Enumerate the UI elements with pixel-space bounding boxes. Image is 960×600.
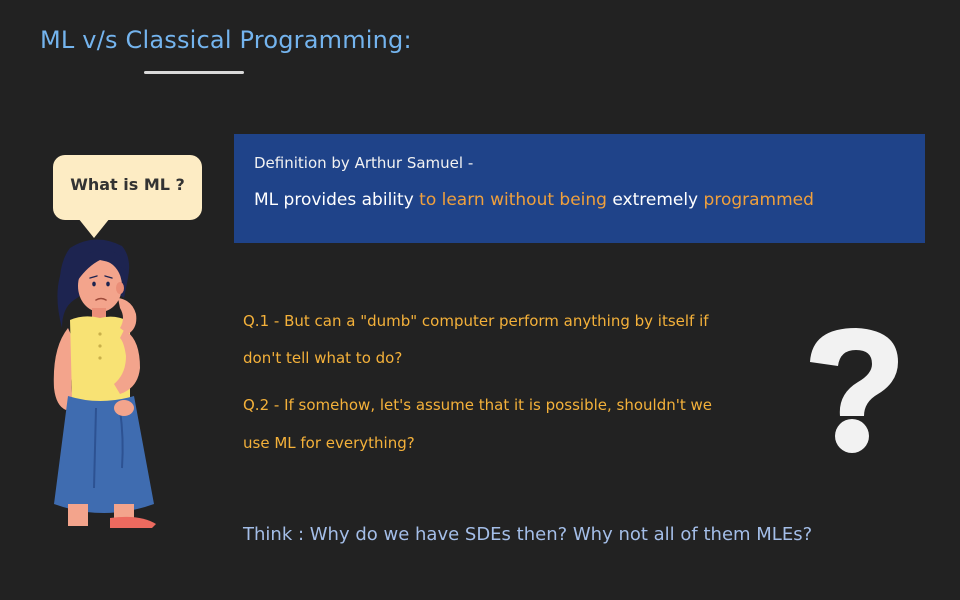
question-1-line-2: don't tell what to do? (243, 349, 403, 367)
definition-part-1: ML provides ability (254, 190, 420, 210)
slide-title: ML v/s Classical Programming: (40, 26, 412, 54)
definition-box: Definition by Arthur Samuel - ML provide… (234, 134, 925, 243)
definition-highlight-1: to learn without being (419, 190, 607, 210)
thinking-girl-illustration (53, 239, 156, 528)
question-1-line-1: Q.1 - But can a "dumb" computer perform … (243, 312, 709, 330)
definition-text: ML provides ability to learn without bei… (254, 190, 814, 210)
question-2-line-2: use ML for everything? (243, 434, 415, 452)
think-prompt: Think : Why do we have SDEs then? Why no… (243, 524, 813, 545)
speech-bubble: What is ML ? (53, 155, 202, 220)
definition-part-2: extremely (606, 190, 704, 210)
definition-heading: Definition by Arthur Samuel - (254, 154, 474, 172)
question-mark-icon (810, 328, 898, 453)
speech-bubble-tail (78, 218, 110, 238)
definition-highlight-2: programmed (703, 190, 814, 210)
title-underline (144, 71, 244, 74)
speech-bubble-text: What is ML ? (70, 175, 185, 194)
question-2-line-1: Q.2 - If somehow, let's assume that it i… (243, 396, 712, 414)
